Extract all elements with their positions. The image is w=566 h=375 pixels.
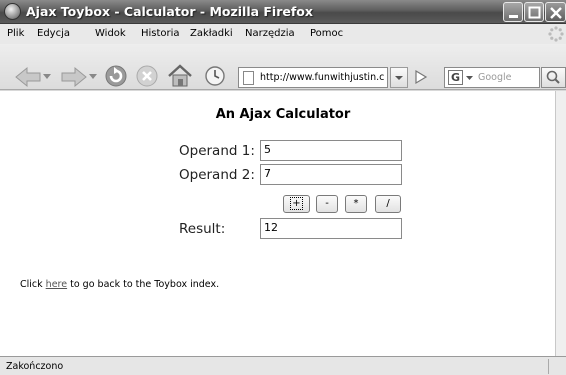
menu-widok[interactable]: Widok [95,28,126,39]
back-arrow-icon[interactable] [14,65,42,89]
page-content: An Ajax Calculator Operand 1: 5 Operand … [0,91,566,356]
close-icon [550,7,562,19]
search-button[interactable] [541,67,566,88]
status-divider [548,359,549,374]
url-bar[interactable]: http://www.funwithjustin.c [238,67,388,88]
magnifier-icon [546,70,560,84]
throbber-icon [548,26,564,42]
menu-plik[interactable]: Plik [7,28,24,39]
google-icon: G [448,70,463,85]
divide-button-label: / [386,198,390,209]
operand2-input[interactable]: 7 [260,164,402,185]
minimize-icon [509,15,518,18]
reload-icon[interactable] [104,64,128,88]
result-label: Result: [179,221,226,237]
subtract-button-label: - [325,198,329,209]
result-output: 12 [260,218,402,239]
footer-suffix: to go back to the Toybox index. [67,279,220,290]
page-icon [243,71,254,85]
chevron-down-icon [466,76,473,80]
title-bar: Ajax Toybox - Calculator - Mozilla Firef… [0,0,566,24]
firefox-icon [4,3,21,20]
menu-edycja[interactable]: Edycja [37,28,70,39]
page-title: An Ajax Calculator [215,107,351,122]
subtract-button[interactable]: - [316,195,338,213]
home-icon[interactable] [167,63,193,88]
url-text[interactable]: http://www.funwithjustin.c [260,72,385,83]
status-bar: Zakończono [0,356,566,375]
back-dropdown-icon[interactable] [43,74,51,80]
menu-zakladki[interactable]: Zakładki [190,28,233,39]
minimize-button[interactable] [503,2,523,22]
divide-button[interactable]: / [375,195,401,213]
search-engine-selector[interactable]: G [444,67,476,88]
operand1-input[interactable]: 5 [260,140,402,161]
go-arrow-icon[interactable] [413,69,429,85]
toybox-index-link[interactable]: here [46,279,67,290]
browser-window: Ajax Toybox - Calculator - Mozilla Firef… [0,0,566,375]
url-history-dropdown[interactable] [390,67,408,88]
menu-bar: Plik Edycja Widok Historia Zakładki Narz… [0,24,566,44]
footer-text: Click here to go back to the Toybox inde… [20,279,219,290]
operand2-label: Operand 2: [179,167,255,183]
close-button[interactable] [545,2,566,22]
menu-pomoc[interactable]: Pomoc [310,28,343,39]
window-title: Ajax Toybox - Calculator - Mozilla Firef… [26,4,313,19]
maximize-button[interactable] [524,2,544,22]
operand1-label: Operand 1: [179,143,255,159]
vertical-scrollbar[interactable] [555,91,566,356]
add-button-label: + [290,197,303,210]
footer-prefix: Click [20,279,46,290]
history-clock-icon[interactable] [204,65,226,87]
status-text: Zakończono [6,361,64,372]
multiply-button[interactable]: * [345,195,367,213]
forward-arrow-icon[interactable] [60,65,88,89]
stop-icon[interactable] [135,64,159,88]
search-input[interactable]: Google [476,67,540,88]
menu-narzedzia[interactable]: Narzędzia [245,28,295,39]
forward-dropdown-icon[interactable] [89,74,97,80]
add-button[interactable]: + [283,195,310,213]
maximize-icon [528,6,541,19]
chevron-down-icon [395,76,403,80]
multiply-button-label: * [353,198,359,209]
menu-historia[interactable]: Historia [141,28,180,39]
